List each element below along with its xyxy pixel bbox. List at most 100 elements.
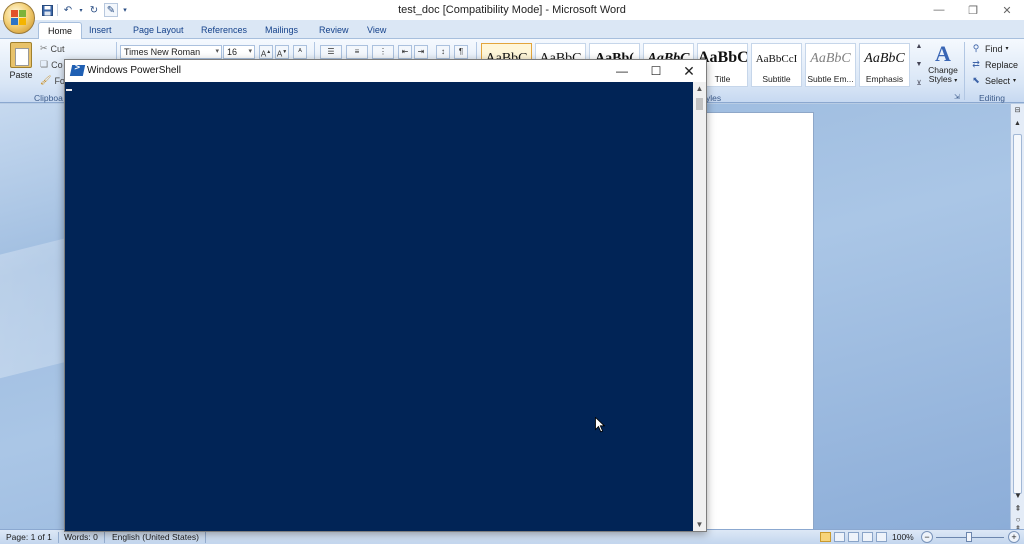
dialog-launcher-icon[interactable]: ⇲ — [954, 93, 960, 101]
full-screen-reading-icon[interactable] — [834, 532, 845, 542]
styles-group-label: yles — [706, 93, 722, 103]
style-preview: AaBbC — [810, 51, 851, 66]
tab-insert[interactable]: Insert — [80, 22, 121, 39]
tab-mailings[interactable]: Mailings — [256, 22, 307, 39]
word-count[interactable]: Words: 0 — [64, 532, 98, 542]
clear-formatting-icon[interactable]: ᴬ — [293, 45, 307, 59]
scroll-thumb[interactable] — [696, 98, 703, 110]
tab-home[interactable]: Home — [38, 22, 83, 40]
select-button[interactable]: ⬉ Select ▾ — [970, 75, 1016, 86]
page-count[interactable]: Page: 1 of 1 — [6, 532, 52, 542]
outline-view-icon[interactable] — [862, 532, 873, 542]
scroll-up-icon[interactable]: ▲ — [693, 84, 706, 93]
paste-button[interactable]: Paste — [6, 42, 36, 80]
powershell-title-bar[interactable]: Windows PowerShell — ☐ ✕ — [65, 60, 706, 82]
office-logo-icon — [11, 10, 28, 27]
window-controls: — ❐ ✕ — [922, 0, 1024, 20]
style-name: Subtle Em... — [807, 74, 854, 84]
chevron-down-icon: ▾ — [215, 48, 219, 55]
zoom-out-icon[interactable]: − — [921, 531, 933, 543]
scroll-down-icon[interactable]: ▼ — [1011, 491, 1024, 500]
style-tile-subtitle[interactable]: AaBbCcI Subtitle — [751, 43, 802, 87]
decrease-indent-icon[interactable]: ⇤ — [398, 45, 412, 59]
ribbon-tabs: Home Insert Page Layout References Maili… — [0, 20, 1024, 40]
bullets-icon[interactable]: ☰ — [320, 45, 342, 59]
more-styles-icon[interactable]: ⊻ — [916, 79, 921, 87]
draft-view-icon[interactable] — [876, 532, 887, 542]
close-icon[interactable]: ✕ — [990, 0, 1024, 20]
tab-page-layout[interactable]: Page Layout — [124, 22, 193, 39]
tab-view[interactable]: View — [358, 22, 395, 39]
scroll-up-icon[interactable]: ▲ — [1012, 118, 1024, 130]
minimize-icon[interactable]: — — [605, 60, 639, 82]
scroll-thumb[interactable] — [1013, 134, 1022, 494]
style-name: Emphasis — [865, 74, 904, 84]
style-preview: AaBbCcI — [755, 53, 798, 65]
document-page[interactable] — [706, 112, 814, 530]
replace-icon: ⇄ — [972, 59, 980, 69]
format-painter-button[interactable]: 🖌 Fo — [40, 75, 65, 86]
multilevel-list-icon[interactable]: ⋮ — [372, 45, 394, 59]
language-indicator[interactable]: English (United States) — [112, 532, 199, 542]
font-size-value: 16 — [227, 47, 238, 57]
zoom-in-icon[interactable]: + — [1008, 531, 1020, 543]
tab-review[interactable]: Review — [310, 22, 358, 39]
chevron-down-icon[interactable]: ▼ — [916, 61, 923, 68]
scroll-down-icon[interactable]: ▼ — [693, 520, 706, 529]
cut-button[interactable]: ✂ Cut — [40, 43, 65, 54]
powershell-title: Windows PowerShell — [87, 65, 181, 76]
status-separator — [58, 532, 59, 543]
previous-page-icon[interactable]: ⇞ — [1011, 504, 1024, 513]
mouse-pointer-icon — [595, 417, 605, 433]
style-tile-emphasis[interactable]: AaBbC Emphasis — [859, 43, 910, 87]
find-label: Find — [985, 43, 1003, 54]
increase-indent-icon[interactable]: ⇥ — [414, 45, 428, 59]
chevron-down-icon: ▾ — [954, 78, 958, 84]
minimize-icon[interactable]: — — [922, 0, 956, 20]
zoom-level[interactable]: 100% — [892, 532, 914, 542]
copy-icon: ❏ — [40, 59, 49, 69]
style-name: Subtitle — [762, 74, 791, 84]
window-title: test_doc [Compatibility Mode] - Microsof… — [398, 4, 626, 16]
show-formatting-icon[interactable]: ¶ — [454, 45, 468, 59]
cursor-icon: ⬉ — [972, 75, 980, 85]
style-preview: AaBbC — [864, 51, 905, 66]
chevron-up-icon[interactable]: ▲ — [916, 43, 923, 50]
restore-icon[interactable]: ❐ — [956, 0, 990, 20]
browse-object-icon[interactable]: ○ — [1011, 515, 1024, 524]
powershell-scrollbar[interactable]: ▲ ▼ — [693, 82, 706, 531]
powershell-icon — [69, 65, 86, 76]
status-separator — [104, 532, 105, 543]
change-styles-button[interactable]: A Change Styles ▾ — [926, 42, 960, 86]
text-cursor — [66, 89, 72, 91]
print-layout-icon[interactable] — [820, 532, 831, 542]
paste-label: Paste — [9, 70, 33, 80]
powershell-console[interactable] — [65, 82, 693, 531]
binoculars-icon: ⚲ — [972, 43, 980, 53]
cut-label: Cut — [50, 43, 65, 54]
ruler-toggle-icon[interactable]: ⊟ — [1012, 105, 1024, 117]
office-button[interactable] — [3, 2, 35, 34]
tab-references[interactable]: References — [192, 22, 256, 39]
sort-icon[interactable]: ↕ — [436, 45, 450, 59]
select-label: Select — [985, 75, 1011, 86]
numbering-icon[interactable]: ≡ — [346, 45, 368, 59]
copy-label: Co — [51, 59, 63, 70]
replace-button[interactable]: ⇄ Replace — [970, 59, 1018, 70]
font-size-select[interactable]: 16 ▾ — [223, 45, 255, 59]
font-name-value: Times New Roman — [124, 47, 201, 57]
font-name-select[interactable]: Times New Roman ▾ — [120, 45, 222, 59]
maximize-icon[interactable]: ☐ — [639, 60, 673, 82]
styles-gallery-scroll[interactable]: ▲ ▼ ⊻ — [913, 43, 925, 87]
powershell-window[interactable]: Windows PowerShell — ☐ ✕ ▲ ▼ — [64, 59, 707, 532]
web-layout-icon[interactable] — [848, 532, 859, 542]
change-styles-label-2: Styles — [928, 74, 952, 84]
close-icon[interactable]: ✕ — [672, 60, 706, 82]
zoom-slider-thumb[interactable] — [966, 532, 972, 542]
find-button[interactable]: ⚲ Find ▾ — [970, 43, 1009, 54]
grow-font-icon[interactable]: A▲ — [259, 45, 273, 59]
copy-button[interactable]: ❏ Co — [40, 59, 63, 70]
style-tile-subtle-emphasis[interactable]: AaBbC Subtle Em... — [805, 43, 856, 87]
vertical-scrollbar[interactable]: ⊟ ▲ ▼ ⇞ ○ ⇟ — [1010, 104, 1024, 533]
shrink-font-icon[interactable]: A▼ — [275, 45, 289, 59]
